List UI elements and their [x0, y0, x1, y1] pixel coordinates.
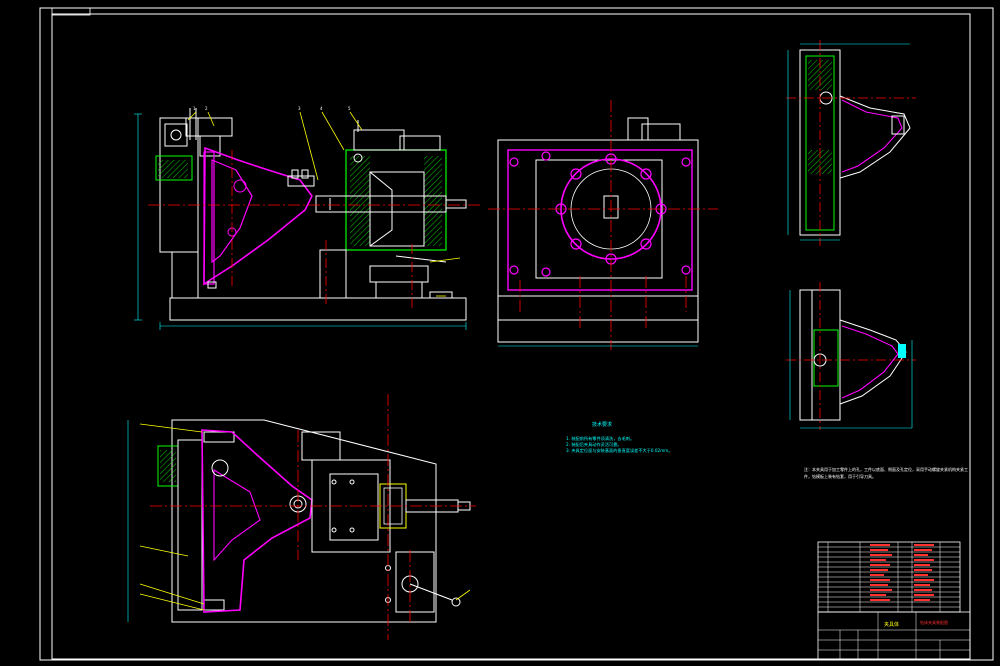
title-block-title: 钻床夹具装配图	[920, 619, 948, 625]
title-block: 夹具体 钻床夹具装配图	[817, 611, 971, 660]
top-view	[127, 394, 476, 640]
svg-text:3: 3	[298, 106, 301, 111]
tech-req-item-3: 3. 夹具定位面与安装基面的垂直度误差不大于0.02mm。	[566, 447, 673, 454]
svg-text:2: 2	[205, 106, 208, 111]
svg-text:5: 5	[348, 106, 351, 111]
side-view	[488, 100, 718, 350]
detail-view-upper	[786, 40, 916, 246]
top-workpiece-outline	[201, 429, 313, 613]
detail-view-lower	[786, 282, 916, 430]
tech-req-item-1: 1. 装配前所有零件须清洗，去毛刺。	[566, 435, 634, 442]
cad-drawing-canvas: 1 2 3 4 5 技术要求 1. 装配前所有零件须清洗，去毛刺。 2. 装配后…	[39, 7, 994, 661]
svg-text:4: 4	[320, 106, 323, 111]
front-view: 1 2 3 4 5	[134, 106, 480, 330]
technical-requirements: 技术要求 1. 装配前所有零件须清洗，去毛刺。 2. 装配后夹具动作灵活可靠。 …	[566, 421, 673, 454]
front-base-plate	[169, 297, 467, 321]
tech-req-item-2: 2. 装配后夹具动作灵活可靠。	[566, 441, 622, 448]
front-workpiece-outline	[203, 146, 313, 286]
side-notes: 注：本夹具用于加工零件上的孔，工件以底面、侧面及孔定位，采用手动螺旋夹紧机构夹紧…	[804, 467, 968, 479]
front-leader-balloons: 1 2 3 4 5	[193, 106, 351, 111]
tech-req-heading: 技术要求	[592, 421, 612, 428]
parts-list-table	[817, 541, 961, 613]
title-block-designation: 夹具体	[884, 621, 899, 628]
side-base-plate	[497, 295, 699, 343]
